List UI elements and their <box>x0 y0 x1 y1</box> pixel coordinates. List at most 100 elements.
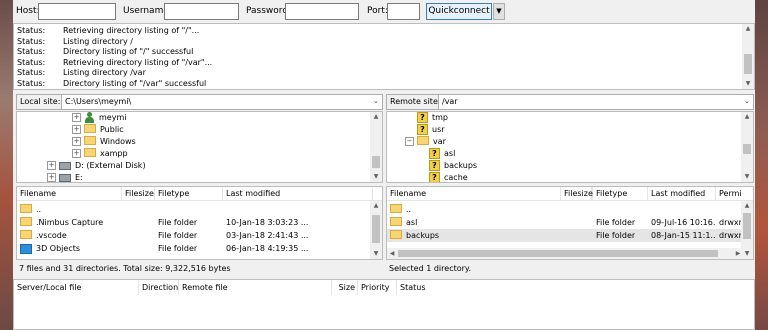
log-line: Status: Directory listing of "/" successf… <box>17 47 193 57</box>
file-name-cell: asl <box>390 216 560 229</box>
scroll-left-icon[interactable]: ◀ <box>387 248 397 259</box>
file-row[interactable]: asl File folder 09-Jul-16 10:16... drwxr <box>387 216 743 229</box>
remote-site-bar: Remote site: /var ⌄ <box>386 94 754 110</box>
tree-item-tmp[interactable]: ? tmp <box>405 112 448 124</box>
expand-icon[interactable]: + <box>47 161 56 170</box>
file-row[interactable]: .. <box>17 203 372 216</box>
file-type: File folder <box>596 218 636 227</box>
scroll-thumb[interactable] <box>372 156 380 168</box>
drive-icon <box>59 173 71 182</box>
expand-icon[interactable]: + <box>72 113 81 122</box>
local-tree-scrollbar[interactable]: ▲ ▼ <box>370 112 382 182</box>
host-label: Host: <box>16 6 40 16</box>
tree-item-meymi[interactable]: + meymi <box>72 112 126 124</box>
column-last-modified[interactable]: Last modified <box>648 187 716 201</box>
tree-item-backups[interactable]: ? backups <box>417 160 477 172</box>
password-input[interactable] <box>285 3 359 20</box>
queue-column-priority[interactable]: Priority <box>358 280 397 295</box>
tree-item-e[interactable]: + E: <box>47 172 83 182</box>
log-message: Listing directory /var <box>63 68 146 77</box>
log-type: Status: <box>17 47 46 56</box>
scroll-up-icon[interactable]: ▲ <box>370 112 382 122</box>
quickconnect-button[interactable]: Quickconnect <box>426 3 492 20</box>
file-row[interactable]: backups File folder 08-Jan-15 11:1... drwxr <box>387 229 743 242</box>
file-modified: 09-Jul-16 10:16... <box>651 218 715 227</box>
tree-item-cache[interactable]: ? cache <box>417 172 468 182</box>
port-input[interactable] <box>387 3 420 20</box>
queue-column-local-file[interactable]: Server/Local file <box>14 280 139 295</box>
file-name: asl <box>406 218 418 227</box>
remote-path-input[interactable]: /var <box>438 94 754 110</box>
expand-icon[interactable]: + <box>72 137 81 146</box>
scroll-down-icon[interactable]: ▼ <box>742 79 754 89</box>
queue-column-direction[interactable]: Direction <box>139 280 179 295</box>
file-row[interactable]: .Nimbus Capture File folder 10-Jan-18 3:03… <box>17 216 372 229</box>
scroll-up-icon[interactable]: ▲ <box>742 24 754 34</box>
sort-ascending-icon: ^ <box>473 186 479 192</box>
expand-icon[interactable]: + <box>72 125 81 134</box>
folder-icon <box>20 230 32 239</box>
scroll-up-icon[interactable]: ▲ <box>370 201 382 211</box>
log-line: Status: Listing directory / <box>17 37 133 47</box>
queue-column-status[interactable]: Status <box>397 280 517 295</box>
tree-item-d-external-disk[interactable]: + D: (External Disk) <box>47 160 146 172</box>
scroll-thumb[interactable] <box>744 54 752 74</box>
queue-column-size[interactable]: Size <box>332 280 358 295</box>
message-log-scrollbar[interactable]: ▲ ▼ <box>742 24 754 89</box>
log-type: Status: <box>17 36 46 46</box>
scroll-down-icon[interactable]: ▼ <box>370 172 382 182</box>
column-last-modified[interactable]: Last modified <box>223 187 373 201</box>
scroll-thumb[interactable] <box>743 144 751 154</box>
remote-files-hscrollbar[interactable]: ◀ ▶ <box>387 248 743 259</box>
3d-objects-icon <box>20 243 32 254</box>
scroll-thumb[interactable] <box>398 250 718 257</box>
tree-item-xampp[interactable]: + xampp <box>72 148 128 160</box>
file-row[interactable]: .. <box>387 203 743 216</box>
scroll-thumb[interactable] <box>743 213 751 239</box>
column-filename[interactable]: Filename <box>17 187 122 201</box>
tree-item-public[interactable]: + Public <box>72 124 124 136</box>
scroll-thumb[interactable] <box>372 215 380 243</box>
local-path-input[interactable]: C:\Users\meymi\ <box>61 94 383 110</box>
file-row[interactable]: .vscode File folder 03-Jan-18 2:41:43 ... <box>17 229 372 242</box>
quickconnect-history-dropdown[interactable]: ▼ <box>493 3 505 20</box>
collapse-icon[interactable]: − <box>405 137 414 146</box>
log-message: Directory listing of "/var" successful <box>63 78 207 88</box>
tree-item-usr[interactable]: ? usr <box>405 124 445 136</box>
local-file-list: Filename Filesize Filetype Last modified… <box>16 186 383 260</box>
expand-icon[interactable]: + <box>47 173 56 182</box>
tree-item-var[interactable]: − var <box>405 136 446 148</box>
file-row[interactable]: 3D Objects File folder 06-Jan-18 4:19:35 .… <box>17 242 372 255</box>
filezilla-window: Host: Username: Password: Port: Quickcon… <box>13 0 755 330</box>
scroll-down-icon[interactable]: ▼ <box>370 249 382 259</box>
remote-files-scrollbar[interactable]: ▲ ▼ <box>741 201 753 259</box>
scroll-down-icon[interactable]: ▼ <box>741 249 753 259</box>
column-filesize[interactable]: Filesize <box>122 187 155 201</box>
scroll-down-icon[interactable]: ▼ <box>741 172 753 182</box>
file-modified: 03-Jan-18 2:41:43 ... <box>226 231 309 240</box>
file-name-cell: .vscode <box>20 229 150 242</box>
tree-item-windows[interactable]: + Windows <box>72 136 136 148</box>
chevron-down-icon[interactable]: ⌄ <box>373 97 379 105</box>
chevron-down-icon[interactable]: ⌄ <box>744 97 750 105</box>
user-folder-icon <box>84 112 95 123</box>
queue-column-remote-file[interactable]: Remote file <box>179 280 332 295</box>
scroll-up-icon[interactable]: ▲ <box>741 112 753 122</box>
column-filetype[interactable]: Filetype <box>155 187 223 201</box>
tree-item-asl[interactable]: ? asl <box>417 148 455 160</box>
local-files-scrollbar[interactable]: ▲ ▼ <box>370 201 382 259</box>
folder-icon <box>20 204 32 213</box>
log-line: Status: Retrieving directory listing of "… <box>17 26 199 36</box>
file-permissions: drwxr <box>719 231 742 240</box>
host-input[interactable] <box>38 3 116 20</box>
log-type: Status: <box>17 26 46 35</box>
username-input[interactable] <box>164 3 239 20</box>
remote-tree-scrollbar[interactable]: ▲ ▼ <box>741 112 753 182</box>
expand-icon[interactable]: + <box>72 149 81 158</box>
column-filesize[interactable]: Filesize <box>560 187 593 201</box>
column-permissions[interactable]: Permi <box>716 187 746 201</box>
folder-icon <box>84 124 96 133</box>
file-type: File folder <box>158 231 198 240</box>
scroll-up-icon[interactable]: ▲ <box>741 201 753 211</box>
column-filetype[interactable]: Filetype <box>593 187 648 201</box>
